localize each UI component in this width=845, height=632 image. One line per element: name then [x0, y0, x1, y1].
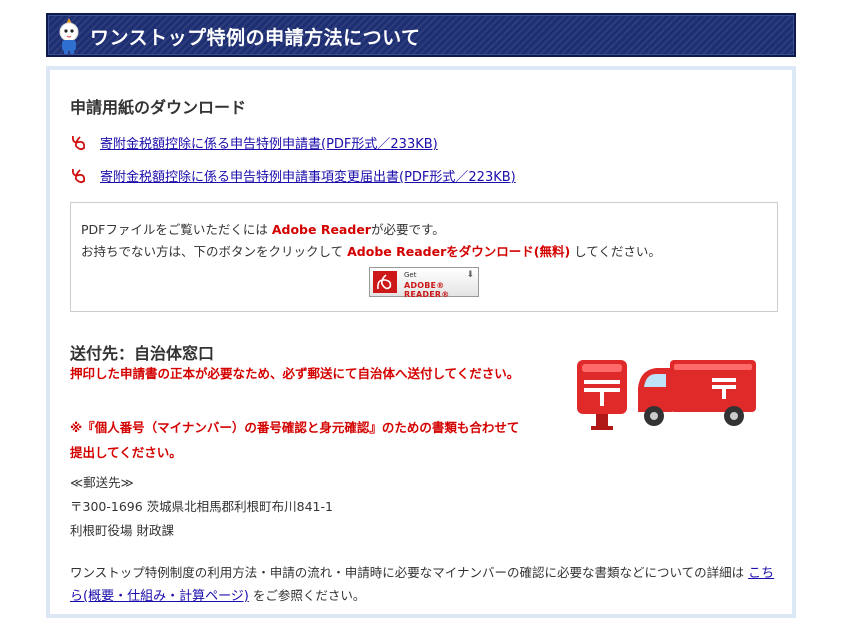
pdf-notice-box: PDFファイルをご覧いただくには Adobe Readerが必要です。 お持ちで…: [70, 202, 778, 312]
pdf-notice-text: してください。: [574, 244, 661, 259]
pdf-notice-line2: お持ちでない方は、下のボタンをクリックして Adobe Readerをダウンロー…: [81, 241, 661, 260]
download-arrow-icon: ⬇: [466, 270, 474, 280]
pdf-notice-text: PDFファイルをご覧いただくには: [81, 222, 268, 237]
sendto-note-mail: 押印した申請書の正本が必要なため、必ず郵送にて自治体へ送付してください。: [70, 366, 520, 381]
truck-icon: [638, 360, 756, 426]
adobe-button-name-text: ADOBE® READER®: [404, 281, 450, 299]
footer-text: ワンストップ特例制度の利用方法・申請の流れ・申請時に必要なマイナンバーの確認に必…: [70, 565, 745, 580]
pdf-icon: [71, 135, 86, 151]
post-truck-illustration: [577, 360, 756, 430]
address-text: 〒300-1696 茨城県北相馬郡利根町布川841-1: [70, 499, 333, 514]
download-link-change-form[interactable]: 寄附金税額控除に係る申告特例申請事項変更届出書(PDF形式／223KB): [100, 166, 516, 185]
content-area: 申請用紙のダウンロード 寄附金税額控除に係る申告特例申請書(PDF形式／233K…: [50, 70, 792, 614]
office-text: 利根町役場 財政課: [70, 523, 174, 538]
mascot-icon: [59, 18, 79, 54]
footer-text: をご参照ください。: [252, 588, 366, 603]
adobe-reader-text: Adobe Reader: [271, 222, 371, 237]
mailbox-icon: [577, 360, 627, 430]
download-heading: 申請用紙のダウンロード: [70, 98, 247, 117]
get-adobe-reader-button[interactable]: Get ADOBE® READER® ⬇: [369, 267, 479, 299]
pdf-icon: [71, 168, 86, 184]
adobe-logo-icon: [373, 271, 397, 293]
pdf-notice-text: が必要です。: [370, 222, 445, 237]
address-label: ≪郵送先≫: [70, 475, 134, 490]
adobe-download-text: Adobe Readerをダウンロード(無料): [347, 244, 571, 259]
page-title: ワンストップ特例の申請方法について: [90, 27, 421, 49]
footer-note: ワンストップ特例制度の利用方法・申請の流れ・申請時に必要なマイナンバーの確認に必…: [70, 562, 778, 608]
adobe-button-get-text: Get: [404, 271, 417, 279]
pdf-notice-text: お持ちでない方は、下のボタンをクリックして: [81, 244, 344, 259]
content-panel: 申請用紙のダウンロード 寄附金税額控除に係る申告特例申請書(PDF形式／233K…: [46, 66, 796, 618]
page-header: ワンストップ特例の申請方法について: [46, 13, 796, 57]
download-link-application[interactable]: 寄附金税額控除に係る申告特例申請書(PDF形式／233KB): [100, 133, 438, 152]
pdf-notice-line1: PDFファイルをご覧いただくには Adobe Readerが必要です。: [81, 219, 445, 238]
sendto-note-mynumber: ※『個人番号（マイナンバー）の番号確認と身元確認』のための書類も合わせて提出して…: [70, 420, 520, 460]
